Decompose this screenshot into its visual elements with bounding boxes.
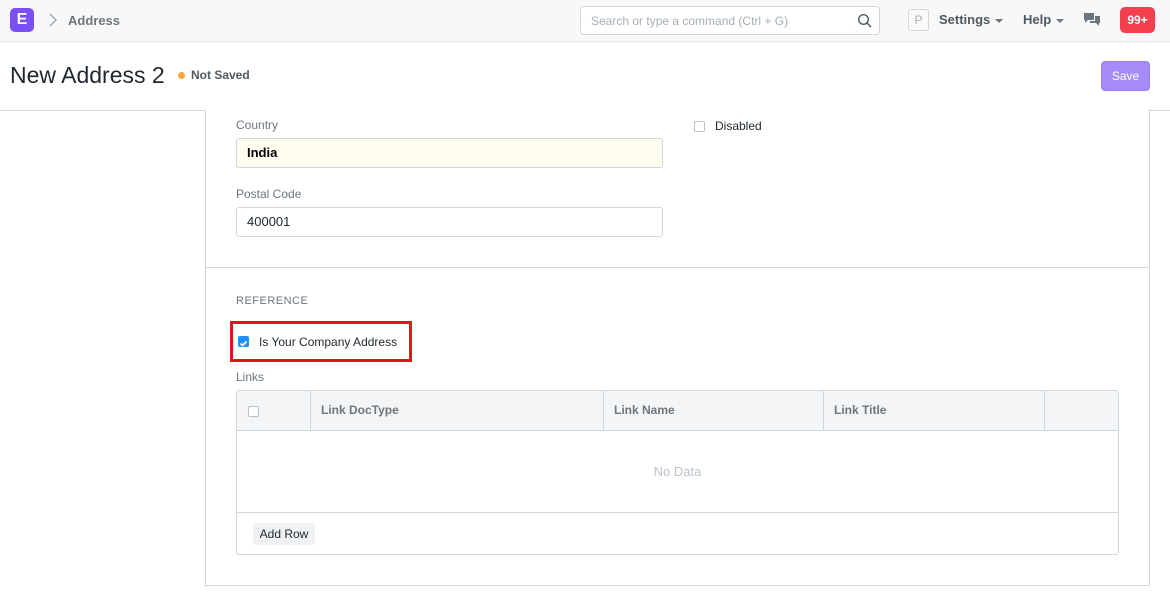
table-header: Link DocType Link Name Link Title (237, 391, 1118, 431)
settings-dropdown[interactable]: Settings (939, 12, 1004, 27)
user-avatar[interactable]: P (908, 9, 929, 31)
chevron-right-icon (49, 13, 58, 27)
save-button[interactable]: Save (1101, 61, 1150, 91)
breadcrumb-address[interactable]: Address (68, 13, 120, 28)
search-box[interactable] (580, 6, 880, 35)
company-address-label: Is Your Company Address (259, 335, 398, 349)
postal-code-field[interactable]: 400001 (236, 207, 663, 237)
chat-icon[interactable] (1083, 12, 1101, 28)
settings-label: Settings (939, 12, 991, 27)
empty-state: No Data (653, 464, 702, 479)
links-table: Link DocType Link Name Link Title No Dat… (236, 390, 1119, 555)
caret-down-icon (1056, 18, 1065, 23)
links-label: Links (236, 370, 265, 384)
reference-section-title: REFERENCE (236, 295, 309, 307)
country-field[interactable]: India (236, 138, 663, 168)
select-all-cell (237, 391, 311, 431)
column-link-title: Link Title (824, 391, 1045, 431)
search-input[interactable] (591, 12, 851, 30)
country-label: Country (236, 118, 279, 132)
column-link-doctype: Link DocType (311, 391, 604, 431)
navbar: E Address P Settings Help 99+ (0, 0, 1170, 42)
section-divider (205, 267, 1150, 268)
table-footer: Add Row (237, 512, 1118, 554)
postal-code-label: Postal Code (236, 187, 302, 201)
select-all-checkbox[interactable] (248, 406, 259, 417)
help-label: Help (1023, 12, 1052, 27)
status-text: Not Saved (191, 68, 250, 82)
column-link-name: Link Name (604, 391, 824, 431)
status-indicator (178, 72, 185, 79)
disabled-checkbox[interactable] (694, 121, 705, 132)
caret-down-icon (995, 18, 1004, 23)
company-address-checkbox[interactable] (238, 336, 249, 347)
disabled-label: Disabled (715, 119, 762, 133)
add-row-button[interactable]: Add Row (253, 523, 315, 545)
notifications-badge[interactable]: 99+ (1120, 7, 1155, 33)
search-icon[interactable] (857, 13, 873, 29)
page-title: New Address 2 (10, 62, 165, 88)
checkmark-icon (239, 340, 248, 347)
app-logo[interactable]: E (10, 8, 34, 32)
help-dropdown[interactable]: Help (1023, 12, 1065, 27)
